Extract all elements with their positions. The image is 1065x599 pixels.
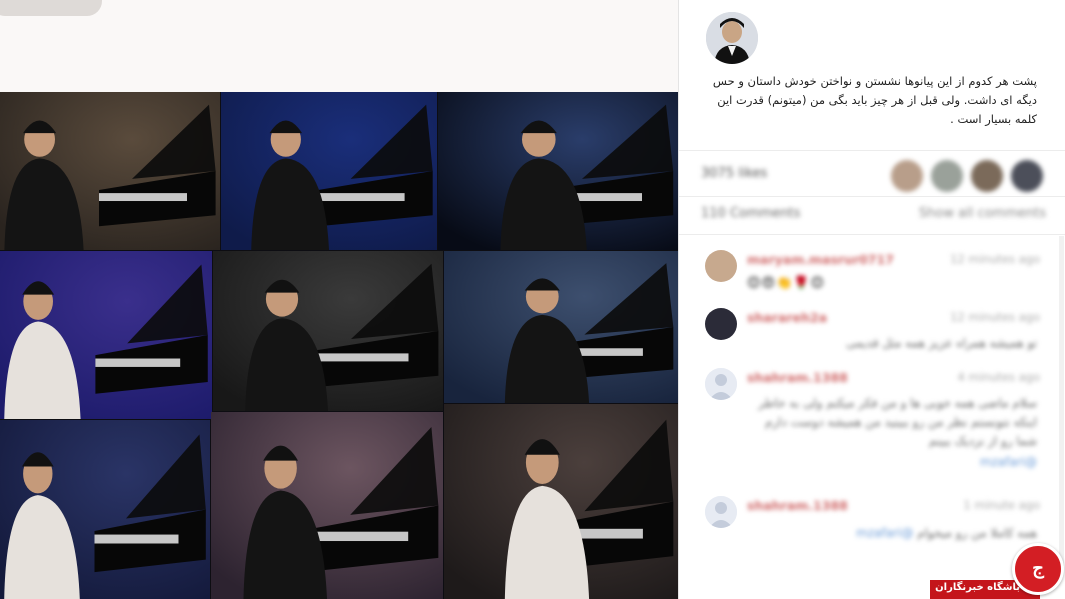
divider bbox=[679, 150, 1065, 151]
comment-text-body: سلام ماضی همه خوبی ها و من فکر میکنم ولی… bbox=[758, 396, 1037, 448]
comment-username[interactable]: shahram.1388 bbox=[747, 498, 848, 513]
comment-time: 4 minutes ago bbox=[957, 370, 1040, 384]
show-all-comments-link[interactable]: Show all comments bbox=[919, 206, 1046, 221]
likes-count[interactable]: 3075 likes bbox=[701, 166, 767, 181]
photo-tile-pianist-9[interactable] bbox=[444, 404, 678, 599]
commenter-avatar[interactable] bbox=[705, 496, 737, 528]
comment-time: 12 minutes ago bbox=[950, 252, 1040, 266]
comment-username[interactable]: sharareh2a bbox=[747, 310, 827, 325]
watermark-site-name: باشگاه خبرنگاران bbox=[935, 582, 1020, 593]
comment-text: تو همیشه همراه عزیز همه مثل قدیمی bbox=[846, 336, 1037, 350]
comment-text-body: همه کاملا من رو میخوام bbox=[917, 526, 1037, 540]
divider bbox=[679, 196, 1065, 197]
top-pill-button[interactable] bbox=[0, 0, 102, 16]
watermark-logo-icon: ج bbox=[1012, 543, 1064, 595]
commenter-avatar[interactable] bbox=[705, 250, 737, 282]
photo-tile-pianist-1[interactable] bbox=[0, 92, 220, 250]
caption-line: پشت هر کدوم از این پیانوها نشستن و نواخت… bbox=[712, 74, 1037, 88]
photo-tile-pianist-8[interactable] bbox=[211, 412, 443, 599]
comments-header: 110 Comments Show all comments bbox=[701, 206, 1046, 226]
comment-mention[interactable]: @mzafari bbox=[980, 453, 1037, 472]
comment-item: sharareh2a 12 minutes ago تو همیشه همراه… bbox=[701, 308, 1046, 354]
comments-count: 110 Comments bbox=[701, 206, 801, 221]
divider bbox=[679, 234, 1065, 235]
comments-scrollbar[interactable] bbox=[1059, 236, 1064, 566]
commenter-avatar[interactable] bbox=[705, 368, 737, 400]
comment-item: shahram.1388 4 minutes ago سلام ماضی همه… bbox=[701, 368, 1046, 478]
liker-avatar[interactable] bbox=[971, 160, 1003, 192]
comment-item: shahram.1388 1 minute ago همه کاملا من ر… bbox=[701, 496, 1046, 556]
post-caption: پشت هر کدوم از این پیانوها نشستن و نواخت… bbox=[701, 72, 1037, 129]
comment-item: maryam.masrur0717 12 minutes ago 😊😍👏🌹😊 bbox=[701, 250, 1046, 296]
comment-text: همه کاملا من رو میخوام @mzafari bbox=[747, 522, 1037, 543]
photo-tile-pianist-7[interactable] bbox=[0, 420, 210, 599]
comment-time: 1 minute ago bbox=[963, 498, 1040, 512]
photo-tile-pianist-3[interactable] bbox=[438, 92, 678, 250]
comment-mention[interactable]: @mzafari bbox=[856, 524, 913, 543]
comment-time: 12 minutes ago bbox=[950, 310, 1040, 324]
photo-tile-pianist-4[interactable] bbox=[0, 251, 212, 419]
comment-emojis: 😊😍👏🌹😊 bbox=[747, 276, 826, 291]
watermark-logo-glyph: ج bbox=[1032, 558, 1044, 579]
comment-username[interactable]: shahram.1388 bbox=[747, 370, 848, 385]
comment-username[interactable]: maryam.masrur0717 bbox=[747, 252, 894, 267]
post-side-panel: پشت هر کدوم از این پیانوها نشستن و نواخت… bbox=[678, 0, 1065, 599]
commenter-avatar[interactable] bbox=[705, 308, 737, 340]
liker-avatar[interactable] bbox=[931, 160, 963, 192]
caption-line: کلمه بسیار است . bbox=[950, 112, 1037, 126]
photo-tile-pianist-6[interactable] bbox=[444, 251, 678, 403]
author-avatar[interactable] bbox=[706, 12, 758, 64]
photo-collage[interactable] bbox=[0, 92, 678, 599]
comment-text: سلام ماضی همه خوبی ها و من فکر میکنم ولی… bbox=[747, 394, 1037, 472]
photo-tile-pianist-2[interactable] bbox=[221, 92, 437, 250]
photo-tile-pianist-5[interactable] bbox=[213, 251, 443, 411]
liker-avatar[interactable] bbox=[891, 160, 923, 192]
liker-avatar[interactable] bbox=[1011, 160, 1043, 192]
top-area bbox=[0, 0, 680, 92]
instagram-post-view: پشت هر کدوم از این پیانوها نشستن و نواخت… bbox=[0, 0, 1065, 599]
caption-line: دیگه ای داشت. ولی قبل از هر چیز باید بگی… bbox=[717, 93, 1037, 107]
likes-row: 3075 likes bbox=[701, 160, 1046, 192]
